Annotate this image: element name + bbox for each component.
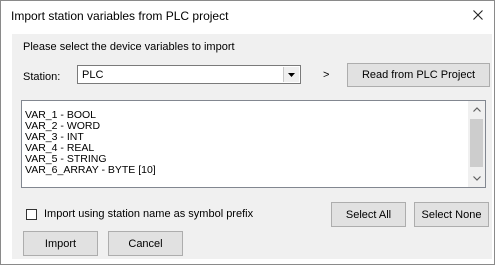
prefix-checkbox[interactable] bbox=[26, 208, 37, 220]
scroll-up-button[interactable] bbox=[468, 101, 485, 118]
window-title: Import station variables from PLC projec… bbox=[11, 9, 229, 23]
dialog-body: Please select the device variables to im… bbox=[12, 34, 492, 259]
station-label: Station: bbox=[23, 71, 61, 83]
station-dropdown[interactable]: PLC bbox=[77, 65, 301, 84]
arrow-indicator: > bbox=[323, 69, 330, 81]
scroll-up-icon bbox=[472, 107, 481, 112]
close-button[interactable] bbox=[470, 7, 486, 23]
read-from-plc-button[interactable]: Read from PLC Project bbox=[347, 63, 490, 87]
listbox-scrollbar[interactable] bbox=[468, 101, 485, 187]
variables-listbox[interactable]: VAR_1 - BOOL VAR_2 - WORD VAR_3 - INT VAR_4… bbox=[21, 100, 486, 188]
scroll-down-button[interactable] bbox=[468, 170, 485, 187]
station-dropdown-value: PLC bbox=[82, 69, 104, 81]
station-dropdown-button[interactable] bbox=[283, 67, 299, 82]
variables-list: VAR_1 - BOOL VAR_2 - WORD VAR_3 - INT VAR_4… bbox=[25, 110, 156, 176]
import-dialog: Import station variables from PLC projec… bbox=[0, 0, 495, 265]
close-icon bbox=[473, 10, 483, 20]
instruction-text: Please select the device variables to im… bbox=[23, 41, 235, 53]
import-button[interactable]: Import bbox=[23, 231, 98, 256]
title-bar: Import station variables from PLC projec… bbox=[1, 1, 494, 33]
cancel-button[interactable]: Cancel bbox=[108, 231, 183, 256]
scroll-down-icon bbox=[472, 176, 481, 181]
select-none-button[interactable]: Select None bbox=[414, 202, 489, 227]
list-item[interactable]: VAR_6_ARRAY - BYTE [10] bbox=[25, 165, 156, 176]
prefix-option[interactable]: Import using station name as symbol pref… bbox=[26, 208, 253, 220]
chevron-down-icon bbox=[288, 72, 295, 77]
scroll-thumb[interactable] bbox=[470, 119, 483, 167]
select-all-button[interactable]: Select All bbox=[331, 202, 406, 227]
prefix-checkbox-label: Import using station name as symbol pref… bbox=[44, 208, 254, 220]
